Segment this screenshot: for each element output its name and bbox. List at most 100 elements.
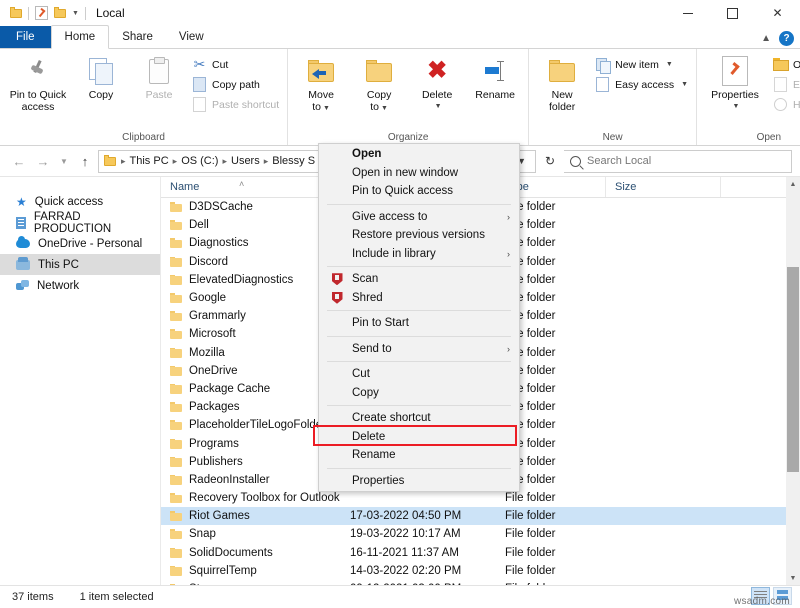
menu-item-include-in-library[interactable]: Include in library› xyxy=(319,245,519,264)
file-name-label: Microsoft xyxy=(189,328,236,340)
menu-item-pin-to-quick-access[interactable]: Pin to Quick access xyxy=(319,182,519,201)
paste-shortcut-button[interactable]: Paste shortcut xyxy=(188,96,283,113)
file-name-cell: Discord xyxy=(161,256,341,268)
vertical-scrollbar[interactable]: ▲ ▼ xyxy=(786,177,800,585)
date-modified-cell: 14-03-2022 02:20 PM xyxy=(341,565,496,577)
easy-access-icon xyxy=(595,77,610,92)
edit-button[interactable]: Edit xyxy=(769,76,800,93)
minimize-button[interactable] xyxy=(665,0,710,26)
menu-item-shred[interactable]: Shred xyxy=(319,289,519,308)
history-button[interactable]: History xyxy=(769,96,800,113)
column-header-size[interactable]: Size xyxy=(606,177,721,197)
menu-item-open[interactable]: Open xyxy=(319,145,519,164)
menu-item-properties[interactable]: Properties xyxy=(319,472,519,491)
copy-path-button[interactable]: Copy path xyxy=(188,76,283,93)
file-name-cell: Grammarly xyxy=(161,310,341,322)
close-button[interactable]: ✕ xyxy=(755,0,800,26)
tab-home[interactable]: Home xyxy=(51,25,110,49)
refresh-button[interactable]: ↻ xyxy=(538,150,562,173)
sidebar-item-farrad-production[interactable]: FARRAD PRODUCTION xyxy=(0,212,160,233)
column-header-name[interactable]: Name ˄ xyxy=(161,177,341,197)
pin-to-quick-access-button[interactable]: Pin to Quick access xyxy=(4,52,72,113)
properties-icon[interactable] xyxy=(35,6,48,20)
new-item-button[interactable]: New item ▼ xyxy=(591,56,692,73)
menu-item-label: Send to xyxy=(352,343,392,355)
cut-button[interactable]: ✂ Cut xyxy=(188,56,283,73)
file-name-label: Riot Games xyxy=(189,510,250,522)
easy-access-button[interactable]: Easy access ▼ xyxy=(591,76,692,93)
open-button[interactable]: Open ▼ xyxy=(769,56,800,73)
new-folder-button[interactable]: New folder xyxy=(533,52,591,113)
menu-item-give-access-to[interactable]: Give access to› xyxy=(319,208,519,227)
chevron-down-icon[interactable]: ▼ xyxy=(733,101,740,113)
folder-icon[interactable] xyxy=(10,8,22,18)
menu-item-cut[interactable]: Cut xyxy=(319,365,519,384)
copy-button[interactable]: Copy xyxy=(72,52,130,101)
scroll-up-button[interactable]: ▲ xyxy=(786,177,800,191)
chevron-up-icon[interactable]: ▲ xyxy=(761,33,771,44)
type-cell: File folder xyxy=(496,528,606,540)
new-folder-label-line2: folder xyxy=(549,101,575,113)
delete-button[interactable]: ✖ Delete ▼ xyxy=(408,52,466,113)
breadcrumb-item-blessy-s[interactable]: Blessy S xyxy=(269,155,318,167)
forward-button[interactable]: → xyxy=(32,150,54,172)
folder-icon xyxy=(170,420,182,430)
menu-item-label: Open xyxy=(352,148,381,160)
tab-view[interactable]: View xyxy=(166,26,217,48)
scroll-down-button[interactable]: ▼ xyxy=(786,571,800,585)
file-name-label: Google xyxy=(189,292,226,304)
chevron-down-icon[interactable]: ▼ xyxy=(435,101,442,113)
table-row[interactable]: SolidDocuments16-11-2021 11:37 AMFile fo… xyxy=(161,544,800,562)
sidebar-item-this-pc[interactable]: This PC xyxy=(0,254,160,275)
sidebar-item-label: Quick access xyxy=(35,196,103,208)
chevron-down-icon[interactable]: ▼ xyxy=(681,81,688,88)
maximize-button[interactable] xyxy=(710,0,755,26)
table-row[interactable]: SquirrelTemp14-03-2022 02:20 PMFile fold… xyxy=(161,562,800,580)
properties-button[interactable]: Properties ▼ xyxy=(701,52,769,113)
table-row[interactable]: Riot Games17-03-2022 04:50 PMFile folder xyxy=(161,507,800,525)
sidebar-item-quick-access[interactable]: ★ Quick access xyxy=(0,191,160,212)
file-name-cell: Snap xyxy=(161,528,341,540)
file-name-label: D3DSCache xyxy=(189,201,253,213)
back-button[interactable]: ← xyxy=(8,150,30,172)
menu-item-scan[interactable]: Scan xyxy=(319,270,519,289)
copy-path-label: Copy path xyxy=(212,79,260,91)
paste-button[interactable]: Paste xyxy=(130,52,188,101)
sidebar-item-network[interactable]: Network xyxy=(0,275,160,296)
file-name-label: Diagnostics xyxy=(189,237,248,249)
search-input[interactable]: Search Local xyxy=(564,150,792,173)
tab-file[interactable]: File xyxy=(0,26,51,48)
file-name-cell: Recovery Toolbox for Outlook xyxy=(161,492,341,504)
breadcrumb-item-os-c[interactable]: OS (C:) xyxy=(178,155,221,167)
move-to-button[interactable]: Move to▼ xyxy=(292,52,350,115)
selection-status: 1 item selected xyxy=(54,591,154,603)
sidebar-item-onedrive[interactable]: OneDrive - Personal xyxy=(0,233,160,254)
table-row[interactable]: Snap19-03-2022 10:17 AMFile folder xyxy=(161,525,800,543)
scrollbar-thumb[interactable] xyxy=(787,267,799,472)
chevron-down-icon[interactable]: ▼ xyxy=(323,105,330,112)
paste-shortcut-label: Paste shortcut xyxy=(212,99,279,111)
type-cell: File folder xyxy=(496,492,606,504)
group-label-open: Open xyxy=(701,132,800,145)
copy-to-button[interactable]: Copy to▼ xyxy=(350,52,408,115)
new-folder-icon[interactable] xyxy=(54,8,66,18)
chevron-down-icon[interactable]: ▼ xyxy=(381,105,388,112)
breadcrumb-item-users[interactable]: Users xyxy=(228,155,263,167)
menu-item-open-in-new-window[interactable]: Open in new window xyxy=(319,164,519,183)
rename-button[interactable]: Rename xyxy=(466,52,524,101)
menu-item-pin-to-start[interactable]: Pin to Start xyxy=(319,314,519,333)
menu-item-rename[interactable]: Rename xyxy=(319,446,519,465)
menu-item-copy[interactable]: Copy xyxy=(319,384,519,403)
tab-share[interactable]: Share xyxy=(109,26,166,48)
breadcrumb-item-this-pc[interactable]: This PC xyxy=(127,155,172,167)
file-name-label: OneDrive xyxy=(189,365,238,377)
rename-label: Rename xyxy=(475,89,515,101)
chevron-down-icon[interactable]: ▼ xyxy=(666,61,673,68)
question-mark-icon[interactable]: ? xyxy=(779,31,794,46)
menu-item-restore-previous-versions[interactable]: Restore previous versions xyxy=(319,226,519,245)
up-button[interactable]: ↑ xyxy=(74,150,96,172)
chevron-down-icon[interactable]: ▼ xyxy=(72,10,79,17)
recent-locations-button[interactable]: ▼ xyxy=(56,150,72,172)
shield-icon xyxy=(331,292,343,304)
menu-item-send-to[interactable]: Send to› xyxy=(319,340,519,359)
